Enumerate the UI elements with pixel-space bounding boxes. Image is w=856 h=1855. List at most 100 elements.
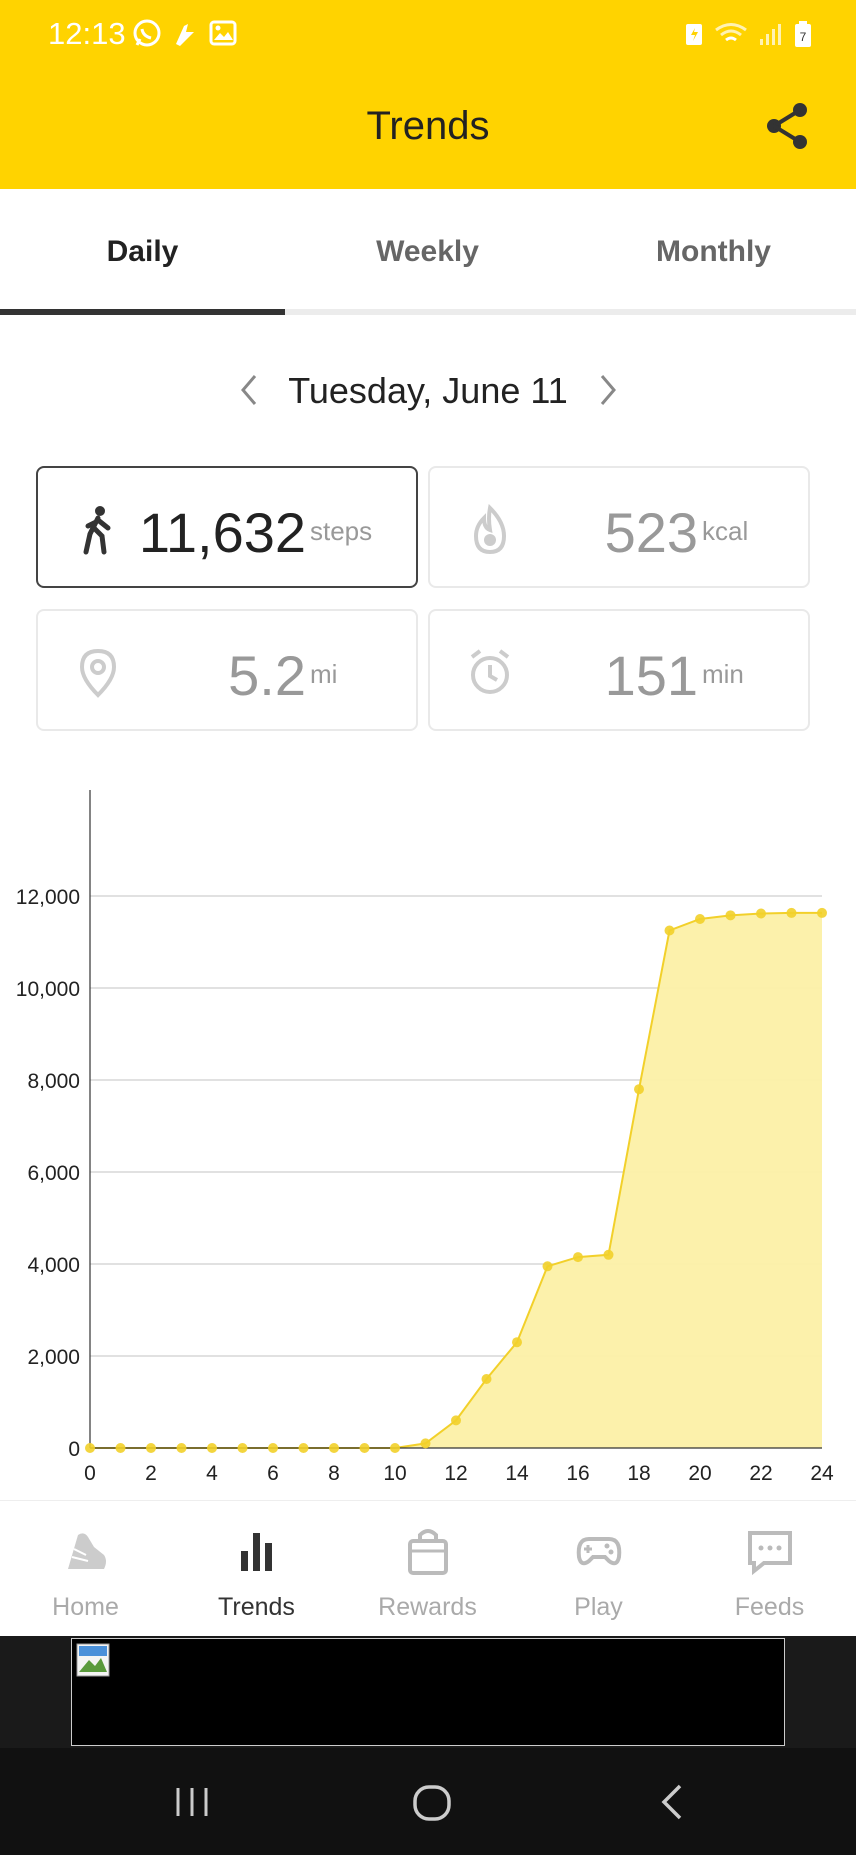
walk-icon [83,506,111,555]
x-tick-label: 16 [566,1462,589,1485]
calories-unit: kcal [702,516,749,546]
x-tick-label: 22 [749,1462,772,1485]
x-tick-label: 24 [810,1462,834,1485]
active-time-card[interactable]: 151 min [428,609,810,731]
broken-image-icon [76,1643,110,1677]
y-tick-label: 10,000 [16,978,80,1001]
data-point [634,1084,644,1095]
data-point [817,907,827,918]
data-point [207,1443,217,1453]
nav-home[interactable]: Home [0,1501,171,1637]
data-point [664,925,675,936]
android-navigation-bar [0,1748,856,1855]
home-circle-icon[interactable] [408,1778,456,1826]
x-tick-label: 0 [84,1462,96,1485]
x-tick-label: 10 [383,1462,406,1485]
x-tick-label: 20 [688,1462,711,1485]
nav-play[interactable]: Play [513,1501,684,1637]
y-tick-label: 0 [68,1438,80,1461]
app-notification-icon [176,24,194,46]
steps-area-chart: 0 2,000 4,000 6,000 8,000 10,000 12,000 0 2 4 6 8 10… [16,790,834,1485]
data-point [115,1443,126,1453]
data-point [85,1443,95,1453]
alarm-clock-icon [470,649,510,694]
data-point [512,1337,522,1348]
data-point [756,908,766,919]
active-tab-indicator [0,309,285,315]
data-point [451,1415,461,1426]
status-notification-icons [132,18,238,48]
x-tick-label: 12 [444,1462,467,1485]
nav-rewards[interactable]: Rewards [342,1501,513,1637]
data-point [146,1443,156,1453]
nav-feeds[interactable]: Feeds [684,1501,855,1637]
data-point [359,1443,370,1453]
ad-banner-area [0,1636,856,1748]
tab-weekly[interactable]: Weekly [285,189,570,315]
data-point [298,1443,309,1453]
x-tick-label: 14 [505,1462,529,1485]
y-tick-label: 8,000 [27,1070,80,1093]
x-tick-label: 8 [328,1462,340,1485]
data-point [573,1252,583,1263]
active-time-unit: min [702,659,744,689]
back-chevron-icon[interactable] [648,1778,696,1826]
gallery-icon [209,20,237,46]
data-point [725,910,736,921]
steps-unit: steps [310,516,373,546]
data-point [268,1443,278,1453]
tab-monthly[interactable]: Monthly [571,189,856,315]
chevron-right-icon[interactable] [588,368,628,412]
distance-value: 5.2 [228,644,306,707]
y-tick-label: 2,000 [27,1346,80,1369]
chat-bubble-icon [748,1531,792,1576]
page-title: Trends [366,104,490,148]
y-tick-label: 6,000 [27,1162,80,1185]
x-tick-label: 2 [145,1462,157,1485]
battery-saver-icon [686,24,702,45]
whatsapp-icon [133,19,161,47]
shoe-icon [68,1533,106,1569]
distance-card[interactable]: 5.2 mi [36,609,418,731]
ad-banner[interactable] [71,1638,785,1746]
current-date: Tuesday, June 11 [288,370,568,411]
data-point [786,907,797,918]
svg-text:7: 7 [800,30,807,44]
recents-icon[interactable] [168,1778,216,1826]
data-point [390,1443,400,1453]
data-point [237,1443,248,1453]
flame-icon [473,504,507,555]
nav-home-label: Home [52,1593,119,1621]
nav-play-label: Play [574,1593,623,1621]
app-header: 12:13 7 Trends [0,0,856,189]
tab-daily[interactable]: Daily [0,189,285,315]
distance-unit: mi [310,659,338,689]
shopping-bag-icon [408,1529,448,1575]
data-point [420,1438,431,1449]
data-point [329,1443,339,1453]
share-icon[interactable] [764,100,812,152]
location-pin-icon [79,648,117,698]
x-tick-label: 6 [267,1462,279,1485]
nav-rewards-label: Rewards [378,1593,477,1621]
nav-feeds-label: Feeds [734,1593,805,1621]
nav-trends-label: Trends [218,1593,295,1621]
nav-trends[interactable]: Trends [171,1501,342,1637]
bottom-navigation: Home Trends Rewards Play Feeds [0,1500,856,1636]
active-time-value: 151 [604,644,698,707]
area-fill [90,912,822,1448]
gamepad-icon [576,1537,622,1566]
x-tick-label: 18 [627,1462,650,1485]
data-point [603,1249,614,1260]
calories-card[interactable]: 523 kcal [428,466,810,588]
wifi-icon [715,23,747,42]
battery-icon: 7 [795,21,811,47]
y-tick-label: 4,000 [27,1254,80,1277]
y-tick-label: 12,000 [16,886,80,909]
data-point [176,1443,187,1453]
bar-chart-icon [241,1533,272,1571]
signal-icon [760,24,781,45]
data-point [695,914,705,924]
steps-card[interactable]: 11,632 steps [36,466,418,588]
date-navigator: Tuesday, June 11 [0,360,856,420]
